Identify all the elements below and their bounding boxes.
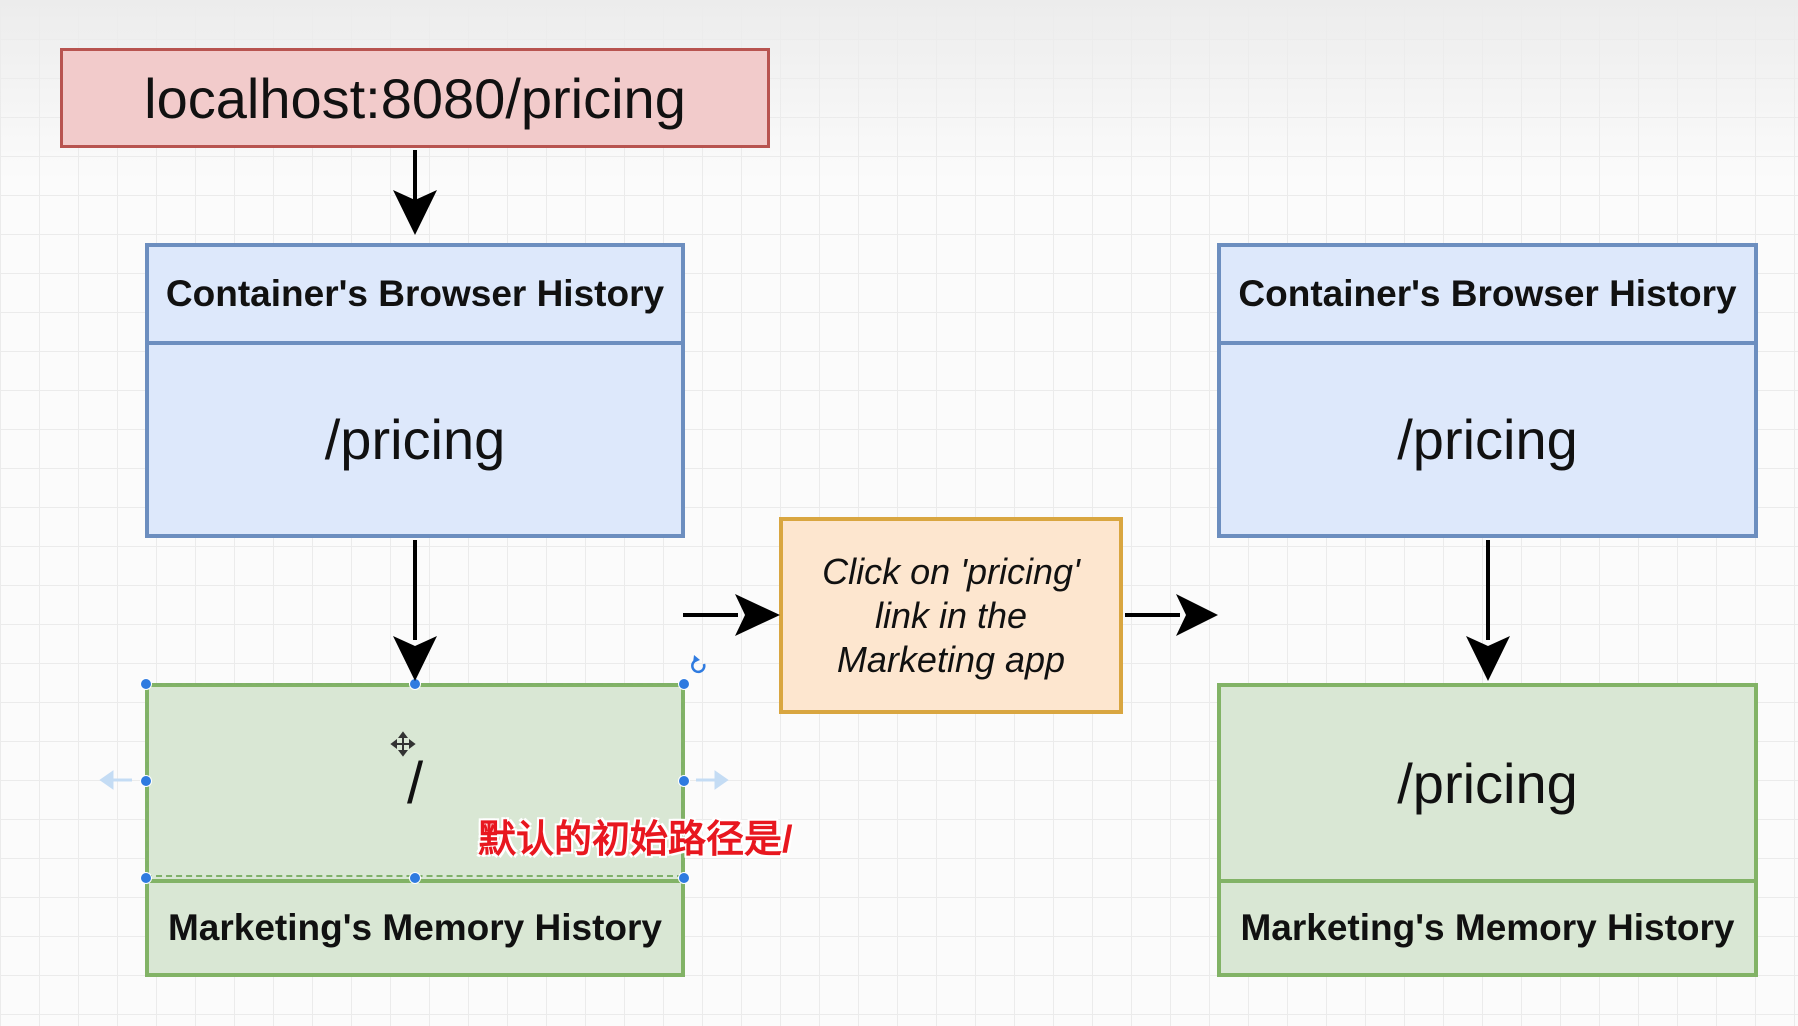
arrow-right-icon	[696, 770, 729, 790]
arrowhead-to-right	[1176, 594, 1218, 636]
arrowhead-left-down	[393, 636, 437, 681]
subtitle-caption: 默认的初始路径是/	[478, 819, 793, 861]
move-cursor-icon	[390, 731, 416, 757]
arrowhead-to-action	[735, 594, 780, 636]
arrowhead-right-down	[1466, 636, 1510, 681]
rotate-icon	[691, 655, 706, 674]
connectors	[99, 150, 1510, 790]
arrow-left-icon	[99, 770, 132, 790]
